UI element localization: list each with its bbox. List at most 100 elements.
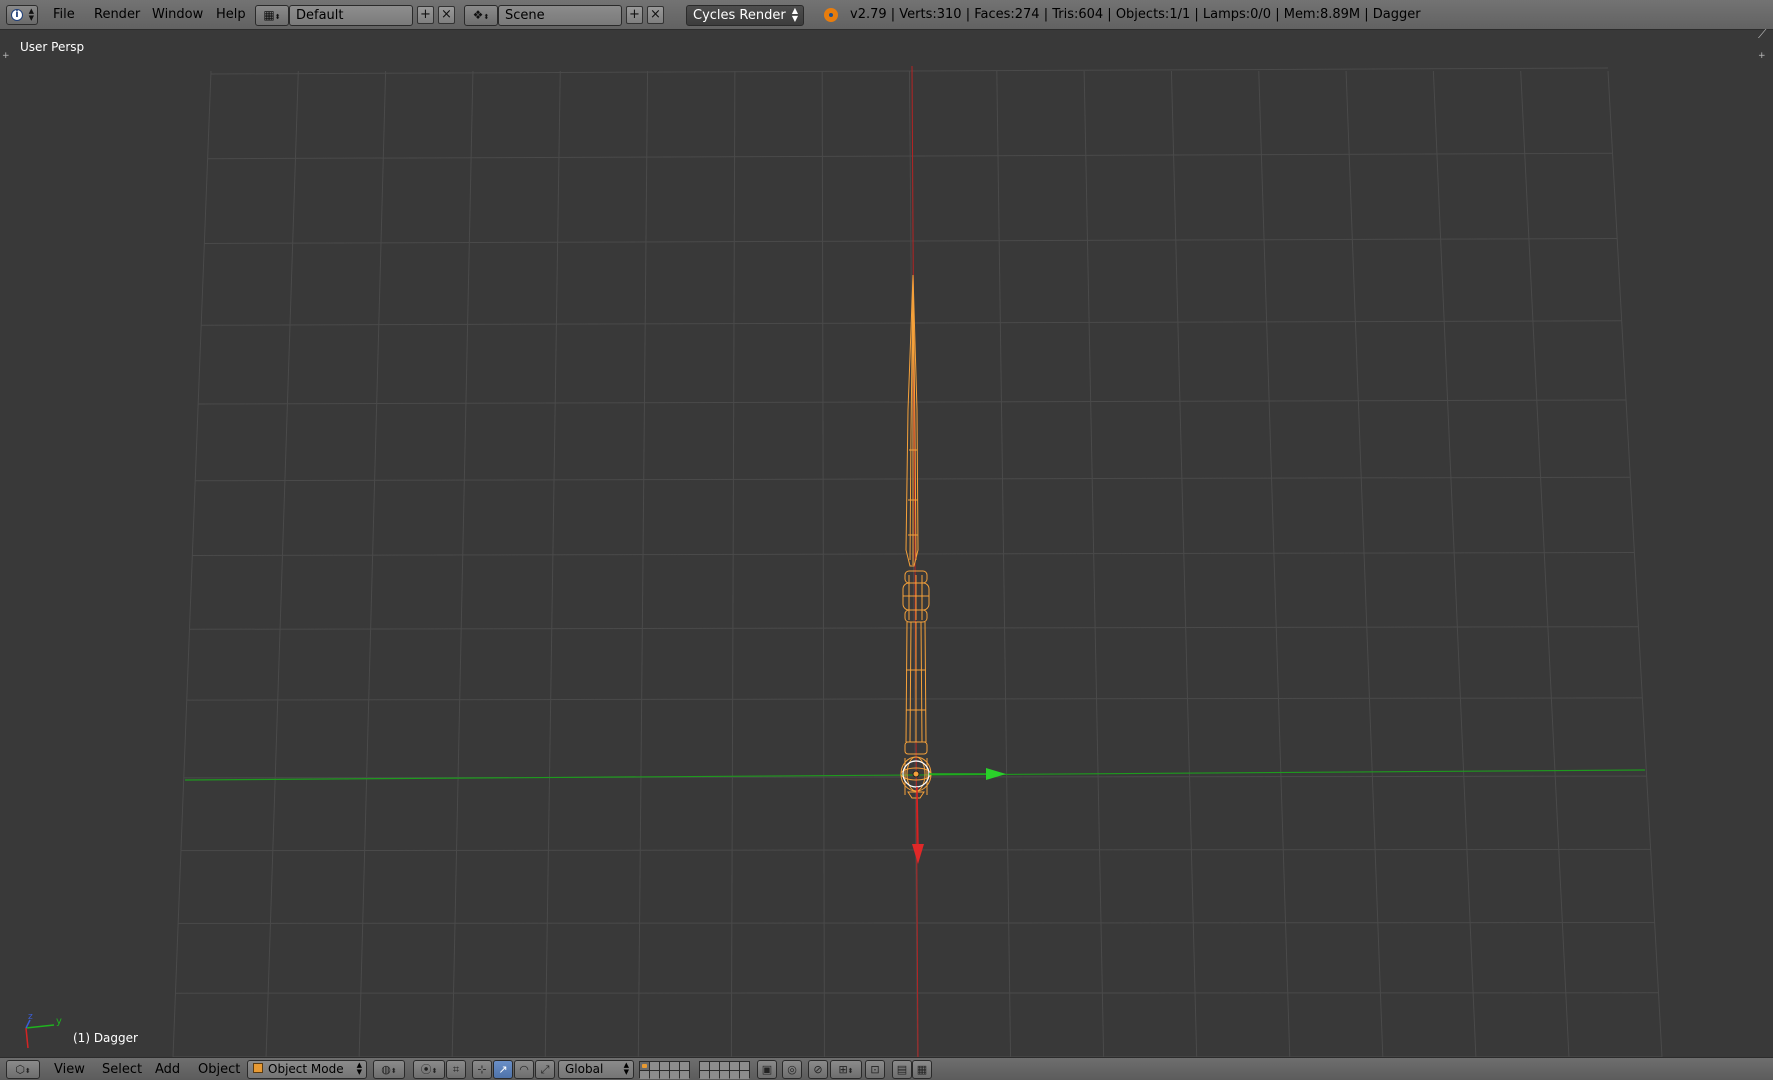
layer-button[interactable] — [650, 1062, 659, 1070]
manipulator-x-arrow[interactable] — [912, 844, 924, 864]
layer-button[interactable] — [680, 1071, 689, 1079]
layer-button[interactable] — [710, 1062, 719, 1070]
pivot-point-icon: ⦿ — [420, 1063, 432, 1076]
editor-type-button[interactable]: i ▲ ▼ — [6, 5, 38, 25]
grid-line — [1520, 70, 1570, 1057]
orientation-label: Global — [565, 1062, 604, 1076]
snap-toggle-button[interactable]: ⊘ — [808, 1060, 828, 1079]
scene-browse[interactable]: ❖⬍ — [464, 5, 498, 26]
tool-shelf-toggle[interactable]: + — [2, 52, 10, 61]
updown-arrows-icon: ▲ ▼ — [356, 1061, 362, 1076]
proportional-edit-icon: ◎ — [787, 1063, 797, 1076]
screen-layout-browse[interactable]: ▦⬍ — [255, 5, 289, 26]
viewport-canvas[interactable]: y z — [0, 30, 1773, 1057]
menu-help[interactable]: Help — [216, 0, 246, 30]
dagger-object[interactable] — [900, 274, 932, 799]
rotate-manipulator-button[interactable]: ◠ — [514, 1060, 534, 1079]
grid-line — [358, 70, 387, 1057]
screen-layout-field[interactable]: Default — [289, 5, 413, 26]
menu-object[interactable]: Object — [198, 1058, 240, 1080]
blender-logo-icon — [824, 8, 838, 22]
grid-line — [637, 70, 649, 1057]
mode-dropdown[interactable]: Object Mode ▲ ▼ — [247, 1060, 367, 1079]
mode-label: Object Mode — [268, 1062, 344, 1076]
lock-layers-button[interactable]: ▣ — [757, 1060, 777, 1079]
layer-button[interactable] — [740, 1062, 749, 1070]
scene-layers-right[interactable] — [699, 1061, 750, 1079]
limit-selection-icon: ⌗ — [452, 1063, 460, 1076]
layer-button[interactable] — [670, 1071, 679, 1079]
layer-button[interactable] — [650, 1071, 659, 1079]
transform-orientation-dropdown[interactable]: Global ▲ ▼ — [558, 1060, 634, 1079]
grid-line — [730, 70, 736, 1057]
updown-arrows-icon: ⬍ — [24, 1067, 31, 1075]
scene-layers-left[interactable] — [639, 1061, 690, 1079]
layer-button[interactable] — [720, 1071, 729, 1079]
menu-add[interactable]: Add — [155, 1058, 180, 1080]
remove-scene-button[interactable]: × — [647, 6, 664, 24]
layer-button[interactable] — [730, 1062, 739, 1070]
add-screen-button[interactable]: + — [417, 6, 434, 24]
properties-toggle[interactable]: + — [1758, 52, 1766, 61]
layer-button[interactable] — [700, 1071, 709, 1079]
grid-line — [1170, 70, 1198, 1057]
editor-type-button[interactable]: ⬡⬍ — [6, 1060, 40, 1079]
layer-button[interactable] — [660, 1062, 669, 1070]
remove-screen-button[interactable]: × — [438, 6, 455, 24]
grid-line — [1432, 70, 1477, 1057]
viewport-shading-dropdown[interactable]: ◍⬍ — [373, 1060, 405, 1079]
pivot-point-dropdown[interactable]: ⦿⬍ — [413, 1060, 445, 1079]
layer-button[interactable] — [740, 1071, 749, 1079]
render-engine-label: Cycles Render — [693, 8, 786, 23]
grid-line — [544, 70, 561, 1057]
snap-target-icon: ⊡ — [870, 1063, 880, 1076]
area-split-handle[interactable]: ⟋ — [1758, 28, 1766, 40]
lock-icon: ▣ — [761, 1063, 773, 1076]
opengl-render-animation-button[interactable]: ▦ — [912, 1060, 932, 1079]
opengl-render-image-button[interactable]: ▤ — [892, 1060, 912, 1079]
clapperboard-icon: ▦ — [916, 1063, 928, 1076]
manipulator-icon: ⊹ — [477, 1063, 487, 1076]
layer-button[interactable] — [720, 1062, 729, 1070]
manipulator-y-arrow[interactable] — [986, 768, 1006, 780]
menu-render[interactable]: Render — [94, 0, 140, 30]
grid-line — [1607, 70, 1663, 1057]
grid-line — [1083, 70, 1105, 1057]
updown-arrows-icon: ▲ ▼ — [28, 7, 34, 22]
layer-button[interactable] — [640, 1071, 649, 1079]
proportional-editing-button[interactable]: ◎ — [782, 1060, 802, 1079]
menu-view[interactable]: View — [54, 1058, 85, 1080]
layer-button[interactable] — [640, 1062, 649, 1070]
layer-button[interactable] — [710, 1071, 719, 1079]
add-scene-button[interactable]: + — [626, 6, 643, 24]
layer-button[interactable] — [730, 1071, 739, 1079]
layer-button[interactable] — [700, 1062, 709, 1070]
view-name-label: User Persp — [20, 40, 85, 54]
layer-button[interactable] — [660, 1071, 669, 1079]
snap-target-button[interactable]: ⊡ — [865, 1060, 885, 1079]
manipulator-toggle[interactable]: ⊹ — [472, 1060, 492, 1079]
scale-manipulator-button[interactable]: ⤢ — [535, 1060, 555, 1079]
3d-viewport[interactable]: y z User Persp (1) Dagger + + ⟋ — [0, 28, 1773, 1057]
scale-icon: ⤢ — [540, 1063, 550, 1076]
snap-element-dropdown[interactable]: ⊞⬍ — [830, 1060, 862, 1079]
grid-line — [821, 70, 825, 1057]
close-icon: × — [441, 7, 452, 22]
manipulator-x-handle[interactable] — [916, 786, 919, 849]
axis-gizmo-y-label: y — [56, 1016, 62, 1027]
menu-file[interactable]: File — [53, 0, 75, 30]
menu-select[interactable]: Select — [102, 1058, 142, 1080]
translate-manipulator-button[interactable]: ↗ — [493, 1060, 513, 1079]
layer-button[interactable] — [680, 1062, 689, 1070]
screen-layout-icon: ▦ — [263, 8, 275, 22]
menu-window[interactable]: Window — [152, 0, 203, 30]
grid-line — [172, 70, 212, 1057]
grid-line — [996, 70, 1012, 1057]
limit-selection-button[interactable]: ⌗ — [446, 1060, 466, 1079]
render-engine-dropdown[interactable]: Cycles Render ▲ ▼ — [686, 5, 804, 26]
grid-line — [1345, 70, 1384, 1057]
layer-button[interactable] — [670, 1062, 679, 1070]
scene-field[interactable]: Scene — [498, 5, 622, 26]
magnet-icon: ⊘ — [813, 1063, 823, 1076]
scene-statistics: v2.79 | Verts:310 | Faces:274 | Tris:604… — [850, 7, 1421, 22]
